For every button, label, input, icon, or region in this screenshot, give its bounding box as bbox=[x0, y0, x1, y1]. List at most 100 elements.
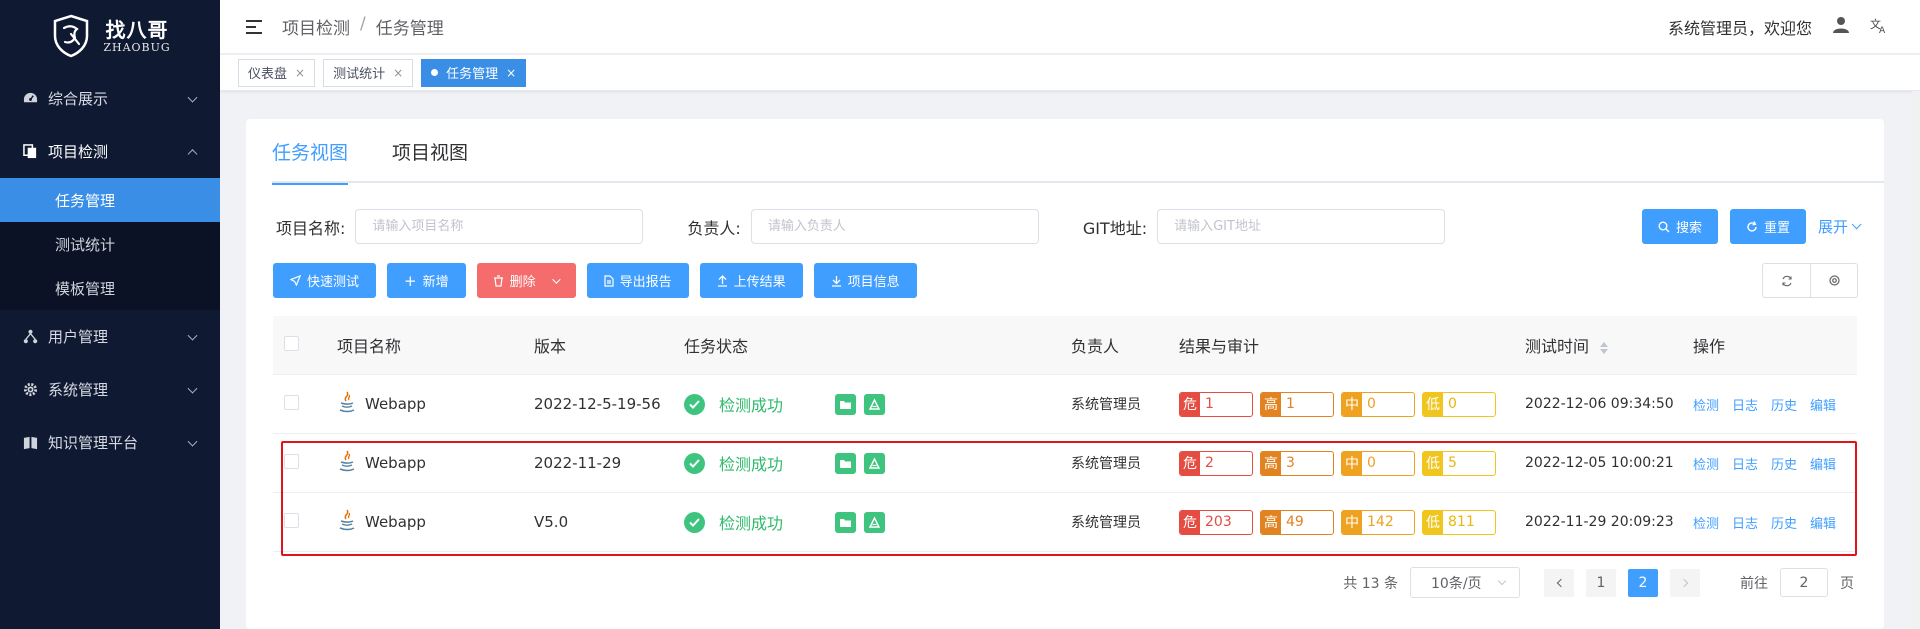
detect-link[interactable]: 检测 bbox=[1693, 454, 1719, 473]
owner-input[interactable] bbox=[750, 209, 1039, 244]
next-page-button[interactable] bbox=[1670, 568, 1700, 597]
expand-link[interactable]: 展开 bbox=[1818, 216, 1862, 237]
detect-link[interactable]: 检测 bbox=[1693, 395, 1719, 414]
severity-key: 低 bbox=[1423, 392, 1443, 416]
breadcrumb-item[interactable]: 项目检测 bbox=[282, 14, 350, 39]
history-link[interactable]: 历史 bbox=[1771, 454, 1797, 473]
severity-high-badge[interactable]: 高3 bbox=[1260, 450, 1334, 476]
sidebar-item-project-detection[interactable]: 项目检测 bbox=[0, 125, 220, 178]
folder-icon[interactable] bbox=[835, 452, 856, 474]
severity-critical-badge[interactable]: 危 203 bbox=[1179, 509, 1253, 535]
severity-key: 高 bbox=[1261, 392, 1281, 416]
severity-medium-badge[interactable]: 中0 bbox=[1341, 391, 1415, 417]
log-link[interactable]: 日志 bbox=[1732, 395, 1758, 414]
report-icon[interactable] bbox=[864, 511, 885, 533]
sidebar-item-overview[interactable]: 综合展示 bbox=[0, 72, 220, 125]
goto-page-input[interactable] bbox=[1780, 568, 1828, 597]
sidebar-subitem-test-stats[interactable]: 测试统计 bbox=[0, 222, 220, 266]
tag-task-management[interactable]: 任务管理 × bbox=[421, 58, 527, 87]
page-size-select[interactable]: 10条/页 bbox=[1410, 567, 1520, 598]
row-checkbox[interactable] bbox=[284, 394, 299, 410]
row-checkbox[interactable] bbox=[284, 512, 299, 528]
tag-test-stats[interactable]: 测试统计 × bbox=[323, 58, 414, 87]
close-icon[interactable]: × bbox=[295, 66, 305, 80]
search-button[interactable]: 搜索 bbox=[1641, 209, 1718, 244]
sidebar-item-system-management[interactable]: 系统管理 bbox=[0, 363, 220, 416]
refresh-table-button[interactable] bbox=[1762, 263, 1810, 298]
view-tabs: 任务视图 项目视图 bbox=[272, 119, 1884, 185]
history-link[interactable]: 历史 bbox=[1771, 513, 1797, 532]
project-name[interactable]: Webapp bbox=[365, 513, 426, 531]
table-header: 项目名称 版本 任务状态 负责人 结果与审计 测试时间 操作 bbox=[273, 316, 1857, 375]
project-name[interactable]: Webapp bbox=[365, 395, 426, 413]
page-2-button[interactable]: 2 bbox=[1628, 568, 1658, 597]
edit-link[interactable]: 编辑 bbox=[1810, 395, 1836, 414]
check-circle-icon bbox=[684, 452, 705, 474]
chevron-down-icon bbox=[187, 383, 198, 394]
translate-icon[interactable]: 文A bbox=[1870, 16, 1888, 38]
severity-low-badge[interactable]: 低 811 bbox=[1422, 509, 1496, 535]
page-scrollbar[interactable] bbox=[1912, 91, 1920, 629]
sidebar-subitem-template-management[interactable]: 模板管理 bbox=[0, 266, 220, 310]
header-project-name: 项目名称 bbox=[337, 337, 402, 356]
folder-icon[interactable] bbox=[835, 511, 856, 533]
sort-icon[interactable] bbox=[1600, 341, 1609, 354]
severity-critical-badge[interactable]: 危2 bbox=[1179, 450, 1253, 476]
prev-page-button[interactable] bbox=[1544, 568, 1574, 597]
project-name-input[interactable] bbox=[355, 209, 644, 244]
severity-high-badge[interactable]: 高 49 bbox=[1260, 509, 1334, 535]
table-row[interactable]: Webapp 2022-12-5-19-56 检测成功 系统管理员 危1 高1 … bbox=[273, 375, 1857, 434]
column-settings-button[interactable] bbox=[1810, 263, 1858, 298]
severity-low-badge[interactable]: 低0 bbox=[1422, 391, 1496, 417]
sidebar-item-knowledge-platform[interactable]: 知识管理平台 bbox=[0, 416, 220, 469]
goto-label: 前往 bbox=[1740, 575, 1768, 592]
severity-high-badge[interactable]: 高1 bbox=[1260, 391, 1334, 417]
upload-result-button[interactable]: 上传结果 bbox=[699, 263, 803, 298]
folder-icon[interactable] bbox=[835, 393, 856, 415]
sidebar-item-label: 综合展示 bbox=[48, 90, 109, 108]
task-table: 项目名称 版本 任务状态 负责人 结果与审计 测试时间 操作 Webapp 20… bbox=[273, 316, 1857, 552]
row-checkbox[interactable] bbox=[284, 453, 299, 469]
git-address-input[interactable] bbox=[1157, 209, 1446, 244]
tab-task-view[interactable]: 任务视图 bbox=[272, 119, 349, 185]
detect-link[interactable]: 检测 bbox=[1693, 513, 1719, 532]
git-label: GIT地址: bbox=[1082, 218, 1148, 238]
page-1-button[interactable]: 1 bbox=[1586, 568, 1616, 597]
log-link[interactable]: 日志 bbox=[1732, 513, 1758, 532]
edit-link[interactable]: 编辑 bbox=[1810, 454, 1836, 473]
quick-test-button[interactable]: 快速测试 bbox=[273, 263, 377, 298]
tab-project-view[interactable]: 项目视图 bbox=[392, 119, 468, 183]
task-status: 检测成功 bbox=[719, 514, 784, 533]
reset-button[interactable]: 重置 bbox=[1729, 209, 1806, 244]
severity-low-badge[interactable]: 低5 bbox=[1422, 450, 1496, 476]
severity-critical-badge[interactable]: 危1 bbox=[1179, 391, 1253, 417]
project-name[interactable]: Webapp bbox=[365, 454, 426, 472]
sidebar-item-label: 知识管理平台 bbox=[48, 434, 139, 452]
user-icon[interactable] bbox=[1832, 16, 1850, 38]
sidebar-item-user-management[interactable]: 用户管理 bbox=[0, 310, 220, 363]
header-time[interactable]: 测试时间 bbox=[1525, 333, 1693, 357]
menu-toggle-icon[interactable] bbox=[246, 19, 262, 34]
delete-button[interactable]: 删除 bbox=[476, 263, 576, 298]
severity-key: 中 bbox=[1342, 510, 1362, 534]
history-link[interactable]: 历史 bbox=[1771, 395, 1797, 414]
close-icon[interactable]: × bbox=[506, 66, 516, 80]
report-icon[interactable] bbox=[864, 393, 885, 415]
edit-link[interactable]: 编辑 bbox=[1810, 513, 1836, 532]
reset-button-label: 重置 bbox=[1763, 221, 1790, 236]
project-info-button[interactable]: 项目信息 bbox=[813, 263, 917, 298]
export-report-button[interactable]: 导出报告 bbox=[586, 263, 689, 298]
log-link[interactable]: 日志 bbox=[1732, 454, 1758, 473]
logo[interactable]: 找八哥 ZHAOBUG bbox=[0, 0, 220, 72]
table-row[interactable]: Webapp V5.0 检测成功 系统管理员 危 203 高 49 中 142 低 81… bbox=[273, 493, 1857, 552]
report-icon[interactable] bbox=[864, 452, 885, 474]
table-row[interactable]: Webapp 2022-11-29 检测成功 系统管理员 危2 高3 中0 低5 bbox=[273, 434, 1857, 493]
severity-medium-badge[interactable]: 中0 bbox=[1341, 450, 1415, 476]
version: 2022-12-5-19-56 bbox=[534, 395, 661, 413]
tag-dashboard[interactable]: 仪表盘 × bbox=[238, 58, 316, 87]
close-icon[interactable]: × bbox=[393, 66, 403, 80]
severity-medium-badge[interactable]: 中 142 bbox=[1341, 509, 1415, 535]
select-all-checkbox[interactable] bbox=[284, 335, 299, 351]
add-button[interactable]: + 新增 bbox=[387, 263, 466, 298]
sidebar-subitem-task-management[interactable]: 任务管理 bbox=[0, 178, 220, 222]
